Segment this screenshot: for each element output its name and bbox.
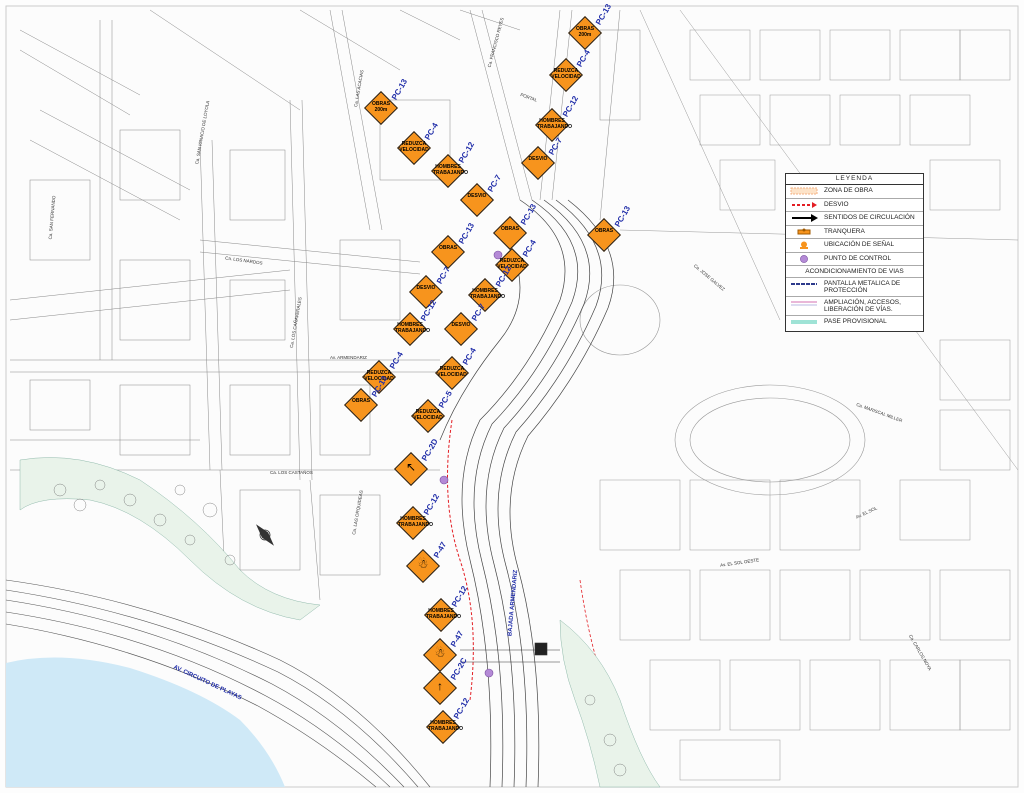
warning-sign-icon: ☃ P-47 (406, 540, 448, 583)
street-label: Av. ARMENDARIZ (330, 355, 367, 360)
warning-sign-icon: HOMBRES TRABAJANDO PC-12 (424, 584, 469, 632)
warning-sign-icon: OBRAS PC-13 (587, 204, 632, 252)
warning-sign-icon: ↖ PC-2D (394, 437, 440, 486)
warning-sign-icon: OBRAS PC-13 (344, 374, 389, 422)
warning-sign-icon: DESVIO PC-7 (460, 173, 503, 217)
warning-sign-icon: HOMBRES TRABAJANDO PC-12 (393, 298, 438, 346)
warning-sign-icon: DESVIO PC-7 (444, 302, 487, 346)
legend-item-tranquera: TRANQUERA (786, 226, 923, 239)
legend-item-senal: UBICACIÓN DE SEÑAL (786, 239, 923, 253)
legend: LEYENDA ZONA DE OBRA DESVIO SENTIDOS DE … (785, 173, 924, 332)
legend-item-zona-obra: ZONA DE OBRA (786, 185, 923, 199)
map-canvas: OBRAS 200m PC-13 REDUZCA VELOCIDAD PC-4 HO… (0, 0, 1024, 793)
warning-sign-icon: REDUZCA VELOCIDAD PC-5 (411, 389, 454, 433)
warning-sign-icon: REDUZCA VELOCIDAD PC-4 (435, 346, 478, 390)
legend-item-pantalla: PANTALLA METALICA DE PROTECCIÓN (786, 278, 923, 297)
control-point-icon (484, 668, 494, 678)
warning-sign-icon: HOMBRES TRABAJANDO PC-12 (535, 94, 580, 142)
legend-item-control: PUNTO DE CONTROL (786, 253, 923, 266)
warning-sign-icon: ☃ P-47 (423, 629, 465, 672)
warning-sign-icon: OBRAS 200m PC-13 (364, 77, 409, 125)
warning-sign-icon: REDUZCA VELOCIDAD PC-4 (549, 48, 592, 92)
warning-sign-icon: HOMBRES TRABAJANDO PC-12 (426, 696, 471, 744)
legend-title: LEYENDA (786, 174, 923, 185)
warning-sign-icon: ↑ PC-2C (423, 656, 469, 705)
warning-sign-icon: OBRAS PC-13 (493, 202, 538, 250)
legend-item-desvio: DESVIO (786, 199, 923, 212)
site-plan-drawing (5, 5, 1019, 788)
warning-sign-icon: HOMBRES TRABAJANDO PC-12 (396, 492, 441, 540)
warning-sign-icon: OBRAS 200m PC-13 (568, 2, 613, 50)
warning-sign-icon: REDUZCA VELOCIDAD PC-4 (397, 121, 440, 165)
legend-item-pase: PASE PROVISIONAL (786, 316, 923, 329)
legend-item-sentido: SENTIDOS DE CIRCULACIÓN (786, 212, 923, 226)
warning-sign-icon: HOMBRES TRABAJANDO PC-12 (431, 140, 476, 188)
street-label: Ca. LOS CASTAÑOS (270, 470, 313, 475)
warning-sign-icon: OBRAS PC-13 (431, 221, 476, 269)
control-point-icon (439, 475, 449, 485)
warning-sign-icon: DESVIO PC-7 (521, 136, 564, 180)
legend-subtitle: ACONDICIONAMIENTO DE VIAS (786, 266, 923, 278)
legend-item-ampliacion: AMPLIACIÓN, ACCESOS, LIBERACIÓN DE VÍAS. (786, 297, 923, 316)
